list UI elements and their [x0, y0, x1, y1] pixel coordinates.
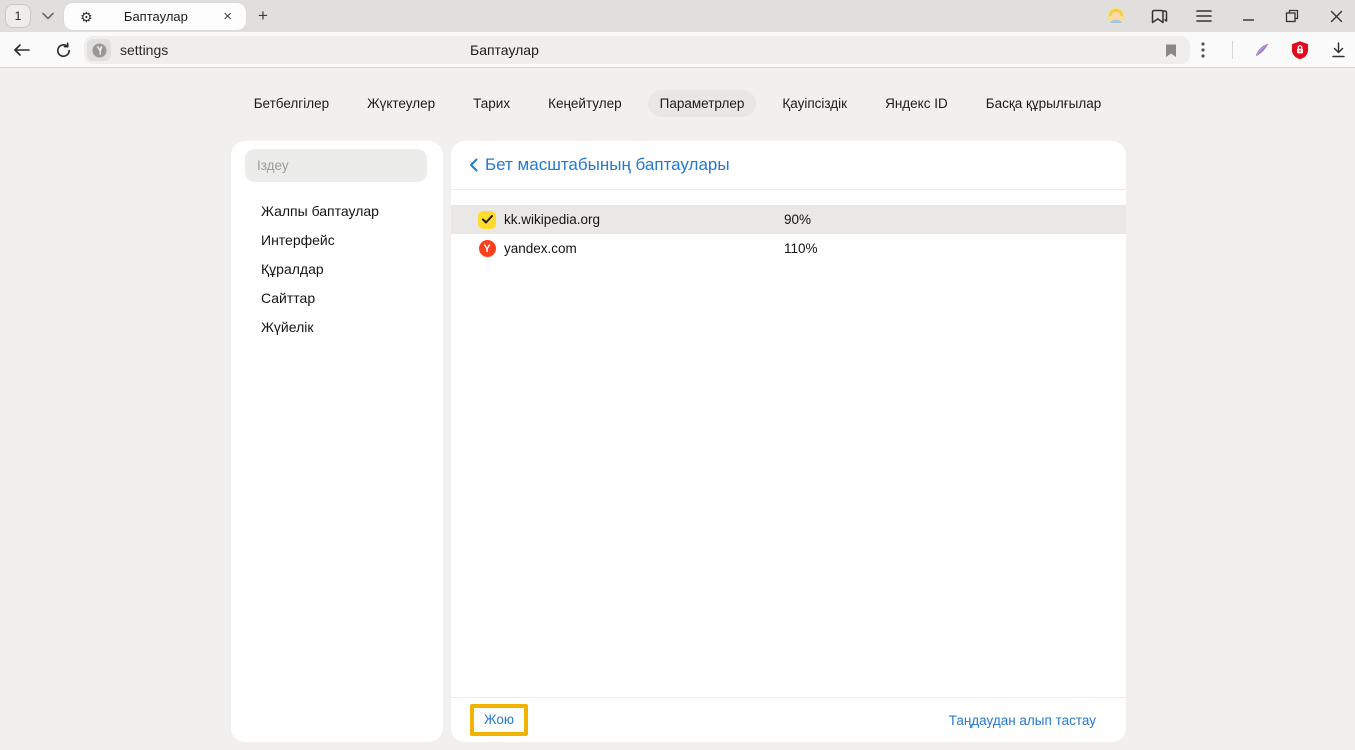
- panel-header: Бет масштабының баптаулары: [451, 141, 1126, 190]
- extensions-menu-icon[interactable]: [1194, 41, 1212, 59]
- delete-button[interactable]: Жою: [470, 704, 528, 736]
- settings-sidebar: Жалпы баптаулар Интерфейс Құралдар Сайтт…: [231, 141, 443, 742]
- deselect-all-link[interactable]: Таңдаудан алып тастау: [949, 713, 1096, 728]
- reload-button[interactable]: [52, 39, 74, 61]
- browser-menu-icon[interactable]: [1195, 7, 1213, 25]
- downloads-icon[interactable]: [1329, 41, 1347, 59]
- yandex-favicon: Y: [478, 240, 496, 258]
- sidebar-section-list: Жалпы баптаулар Интерфейс Құралдар Сайтт…: [231, 196, 443, 341]
- chevron-down-icon: [42, 12, 54, 20]
- zoom-site-list: kk.wikipedia.org 90% Y yandex.com 110%: [451, 205, 1126, 263]
- back-button[interactable]: [11, 39, 33, 61]
- url-text: settings: [120, 42, 168, 58]
- bookmark-icon[interactable]: [1162, 41, 1180, 59]
- restore-window-icon[interactable]: [1283, 7, 1301, 25]
- minimize-window-icon[interactable]: [1239, 7, 1257, 25]
- close-tab-icon[interactable]: ×: [219, 9, 236, 24]
- gear-icon: ⚙: [80, 10, 93, 24]
- site-badge-icon[interactable]: [87, 39, 111, 61]
- nav-tab-settings[interactable]: Параметрлер: [648, 90, 757, 117]
- toolbar: settings Баптаулар: [0, 32, 1355, 68]
- sidebar-item-label: Жалпы баптаулар: [261, 203, 379, 219]
- tab-counter-button[interactable]: 1: [5, 4, 31, 28]
- panel-footer: Жою Таңдаудан алып тастау: [451, 697, 1126, 742]
- profile-avatar[interactable]: [1107, 7, 1125, 25]
- protect-shield-icon[interactable]: [1291, 41, 1309, 59]
- table-row[interactable]: kk.wikipedia.org 90%: [451, 205, 1126, 234]
- tab-list-chevron-button[interactable]: [36, 4, 60, 28]
- panel-spacer: [451, 263, 1126, 697]
- nav-tab-other-devices[interactable]: Басқа құрылғылар: [974, 90, 1114, 117]
- new-tab-button[interactable]: +: [252, 5, 274, 27]
- nav-tab-security[interactable]: Қауіпсіздік: [770, 90, 859, 117]
- site-name: kk.wikipedia.org: [504, 212, 600, 227]
- site-checkbox-checked[interactable]: [478, 211, 496, 229]
- site-name: yandex.com: [504, 241, 577, 256]
- sidebar-item-label: Құралдар: [261, 261, 324, 277]
- checkbox-checked-icon: [478, 211, 496, 229]
- address-bar[interactable]: settings Баптаулар: [84, 36, 1190, 64]
- page-zoom-settings-panel: Бет масштабының баптаулары kk.wikipedia.…: [451, 141, 1126, 742]
- sidebar-item-system[interactable]: Жүйелік: [231, 312, 443, 341]
- page-title-zoom-settings[interactable]: Бет масштабының баптаулары: [485, 155, 730, 175]
- nav-tab-history[interactable]: Тарих: [461, 90, 522, 117]
- tab-title: Баптаулар: [93, 9, 220, 24]
- tab-bar: 1 ⚙ Баптаулар × +: [0, 0, 1355, 32]
- table-row[interactable]: Y yandex.com 110%: [451, 234, 1126, 263]
- browser-tab-settings[interactable]: ⚙ Баптаулар ×: [64, 3, 246, 30]
- toolbar-separator: [1232, 41, 1233, 59]
- zoom-value: 90%: [784, 212, 811, 227]
- nav-tab-downloads[interactable]: Жүктеулер: [355, 90, 447, 117]
- nav-tab-yandex-id[interactable]: Яндекс ID: [873, 90, 960, 117]
- sidebar-item-sites[interactable]: Сайттар: [231, 283, 443, 312]
- sidebar-item-label: Интерфейс: [261, 232, 335, 248]
- nav-tab-bookmarks[interactable]: Бетбелгілер: [242, 90, 341, 117]
- tab-groups-icon[interactable]: [1151, 7, 1169, 25]
- nav-tab-extensions[interactable]: Кеңейтулер: [536, 90, 634, 117]
- settings-nav: Бетбелгілер Жүктеулер Тарих Кеңейтулер П…: [0, 90, 1355, 117]
- yandex-favicon-letter: Y: [479, 240, 496, 257]
- sidebar-item-label: Сайттар: [261, 290, 315, 306]
- page-title: Баптаулар: [470, 36, 539, 64]
- sidebar-item-general[interactable]: Жалпы баптаулар: [231, 196, 443, 225]
- lightpen-extension-icon[interactable]: [1253, 41, 1271, 59]
- sidebar-item-tools[interactable]: Құралдар: [231, 254, 443, 283]
- zoom-value: 110%: [784, 241, 818, 256]
- search-input[interactable]: [245, 149, 427, 182]
- sidebar-item-label: Жүйелік: [261, 319, 313, 335]
- back-chevron-icon[interactable]: [465, 155, 481, 175]
- sidebar-item-interface[interactable]: Интерфейс: [231, 225, 443, 254]
- close-window-icon[interactable]: [1327, 7, 1345, 25]
